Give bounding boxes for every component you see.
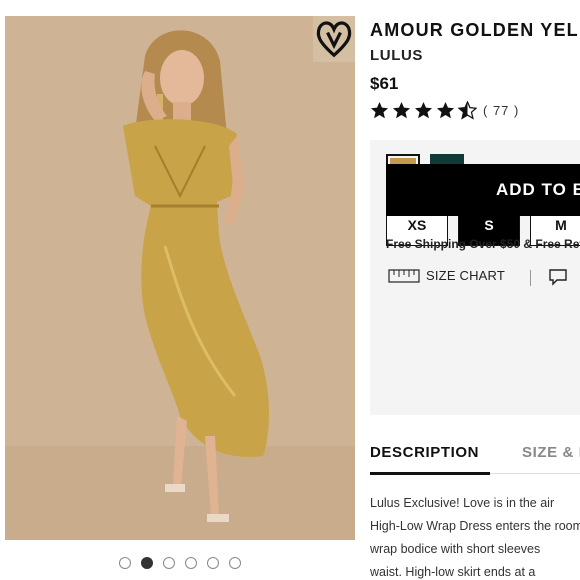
star-icon (414, 101, 433, 119)
product-brand[interactable]: LULUS (370, 47, 423, 64)
star-icon (436, 101, 455, 119)
description-text: Lulus Exclusive! Love is in the air High… (370, 492, 580, 580)
description-line: waist. High-low skirt ends at a (370, 565, 536, 579)
favorite-button[interactable] (313, 16, 355, 62)
ruler-icon (388, 268, 420, 283)
half-star-icon (458, 101, 477, 120)
tab-size-fit[interactable]: SIZE & FIT (522, 444, 580, 461)
divider (530, 270, 531, 286)
gallery-dot[interactable] (185, 557, 197, 569)
description-line: Lulus Exclusive! Love is in the air (370, 496, 555, 510)
rating-stars (370, 101, 477, 120)
product-price: $61 (370, 74, 399, 93)
description-line: High-Low Wrap Dress enters the room (370, 519, 580, 533)
description-line: wrap bodice with short sleeves (370, 542, 541, 556)
gallery-pagination (5, 554, 355, 572)
star-icon (370, 101, 389, 119)
gallery-dot[interactable] (207, 557, 219, 569)
size-chart-link[interactable]: SIZE CHART (388, 268, 505, 283)
size-chart-label: SIZE CHART (426, 268, 506, 283)
model-illustration (5, 16, 355, 540)
gallery-dot[interactable] (163, 557, 175, 569)
gallery-dot[interactable] (119, 557, 131, 569)
review-count: ( 77 ) (483, 103, 520, 118)
shipping-info: Free Shipping Over $50 & Free Returns (386, 237, 580, 251)
add-to-bag-button[interactable]: ADD TO BAG (386, 164, 580, 216)
product-image[interactable] (5, 16, 355, 540)
gallery-dot[interactable] (229, 557, 241, 569)
rating[interactable]: ( 77 ) (370, 101, 519, 120)
active-tab-indicator (370, 472, 490, 475)
gallery-dot-active[interactable] (141, 557, 153, 569)
tab-description[interactable]: DESCRIPTION (370, 444, 479, 461)
star-icon (392, 101, 411, 119)
heart-icon (316, 21, 352, 58)
product-title: AMOUR GOLDEN YELLOW VELVET HIGH-LOW WRAP… (370, 20, 580, 40)
chat-icon[interactable] (548, 268, 568, 291)
product-details: AMOUR GOLDEN YELLOW VELVET HIGH-LOW WRAP… (370, 0, 580, 580)
info-tabs: DESCRIPTION SIZE & FIT (370, 444, 580, 475)
